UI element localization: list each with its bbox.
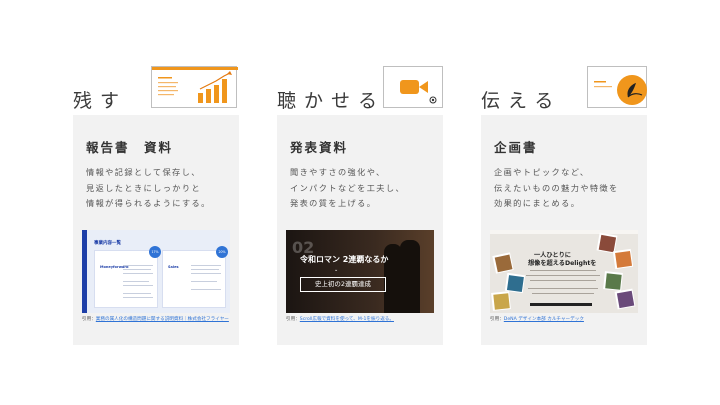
badge: 20% [216, 246, 228, 258]
caption: 引用：Scroll広報で資料を使って、M-1を振り返る。 [286, 317, 394, 322]
column-listen: 聴かせる 発表資料 聞きやすさの強化や、 インパクトなどを工夫し、 発表の質を上… [277, 0, 443, 405]
panel-title: 発表資料 [290, 140, 349, 155]
column-heading: 残す [73, 90, 128, 112]
panel: 報告書 資料 情報や記録として保存し、 見返したときにしっかりと 情報が得られる… [73, 115, 239, 345]
document-icon [587, 66, 647, 108]
thumbnail-proposal: 一人ひとりに 想像を超えるDelightを [490, 230, 638, 313]
badge: 17% [149, 246, 161, 258]
thumbnail-presentation: 02 令和ロマン 2連覇なるか ⌄ 史上初の2連覇達成 [286, 230, 434, 313]
panel: 企画書 企画やトピックなど、 伝えたいものの魅力や特徴を 効果的にまとめる。 一… [481, 115, 647, 345]
caption-link[interactable]: 業務の属人化の構造問題に関する説明資料｜株式会社フライヤー [96, 317, 229, 322]
column-convey: 伝える 企画書 企画やトピックなど、 伝えたいものの魅力や特徴を 効果的にまとめ… [481, 0, 647, 405]
caption-link[interactable]: DeNA デザイン本部 カルチャーデック [504, 317, 584, 322]
panel-title: 報告書 資料 [86, 140, 174, 155]
panel-description: 情報や記録として保存し、 見返したときにしっかりと 情報が得られるようにする。 [86, 167, 211, 208]
column-keep: 残す 報告書 資料 情報や記録として保存し、 見返したときにしっかりと 情報が得… [73, 0, 239, 405]
column-heading: 聴かせる [277, 90, 386, 112]
video-camera-icon [383, 66, 443, 108]
panel-title: 企画書 [494, 140, 538, 155]
panel-description: 企画やトピックなど、 伝えたいものの魅力や特徴を 効果的にまとめる。 [494, 167, 619, 208]
caption: 引用：業務の属人化の構造問題に関する説明資料｜株式会社フライヤー [82, 317, 229, 322]
panel: 発表資料 聞きやすさの強化や、 インパクトなどを工夫し、 発表の質を上げる。 0… [277, 115, 443, 345]
thumbnail-report: 事業内容一覧 Moneyforward Sales 17% 20% [82, 230, 230, 313]
column-heading: 伝える [481, 90, 562, 112]
caption-link[interactable]: Scroll広報で資料を使って、M-1を振り返る。 [300, 317, 394, 322]
caption: 引用：DeNA デザイン本部 カルチャーデック [490, 317, 584, 322]
slide-chart-icon [151, 66, 238, 108]
panel-description: 聞きやすさの強化や、 インパクトなどを工夫し、 発表の質を上げる。 [290, 167, 406, 208]
